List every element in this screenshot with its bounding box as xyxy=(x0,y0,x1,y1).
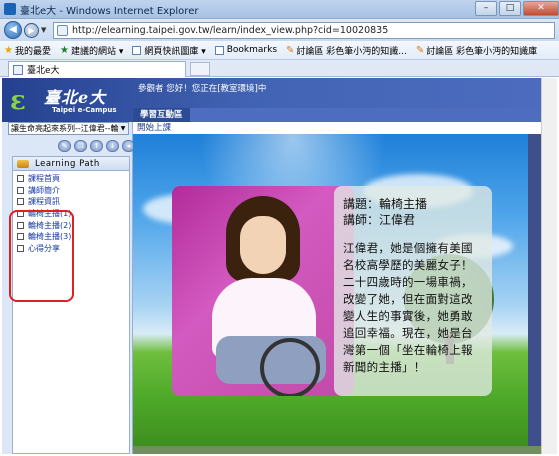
learning-path-header: Learning Path xyxy=(13,157,129,171)
window-title: 臺北e大 - Windows Internet Explorer xyxy=(20,5,199,17)
course-lecturer: 講師：江偉君 xyxy=(343,213,416,227)
up-arrow-icon[interactable]: ↑ xyxy=(90,140,103,152)
course-intro-box: 講題：輪椅主播 講師：江偉君 江偉君，她是個擁有美國名校高學歷的美麗女子！二十四… xyxy=(334,186,492,396)
web-page: ε 臺北e大 Taipei e-Campus 參觀者 您好！您正在[教室環境]中… xyxy=(2,78,557,454)
page-icon xyxy=(214,45,224,55)
nav-item-course-info[interactable]: 課程資訊 xyxy=(17,196,129,208)
down-arrow-icon[interactable]: ↓ xyxy=(106,140,119,152)
book-icon xyxy=(17,159,29,168)
action-bar: 開始上課 xyxy=(133,122,557,134)
checkbox-icon xyxy=(17,175,24,183)
forward-button[interactable]: ▶ xyxy=(24,22,39,38)
close-button[interactable]: ✕ xyxy=(523,0,559,16)
favorites-bar: ★ 我的最愛 ★ 建議的網站 ▾ 網頁快訊圖庫 ▾ Bookmarks ✎ 討論… xyxy=(0,41,559,60)
forum-link-2[interactable]: ✎ 討論區 彩色筆小沔的知識庫 xyxy=(416,44,537,57)
sub-navigation: 學習互動區 xyxy=(133,108,557,122)
checkbox-icon xyxy=(17,186,24,194)
browser-tab[interactable]: 臺北e大 xyxy=(8,61,186,77)
nav-item-lecturer-intro[interactable]: 講師簡介 xyxy=(17,185,129,197)
content-bottom-bar xyxy=(133,446,541,454)
course-content-frame: 講題：輪椅主播 講師：江偉君 江偉君，她是個擁有美國名校高學歷的美麗女子！二十四… xyxy=(133,134,528,446)
pen-icon: ✎ xyxy=(286,44,295,56)
left-sidebar: 讓生命亮起來系列--江偉君--輪 ▼ ✎ ❐ ↑ ↓ ◂ Learning Pa… xyxy=(2,122,135,454)
tab-learning-interaction[interactable]: 學習互動區 xyxy=(133,108,190,122)
bookmarks-link[interactable]: Bookmarks xyxy=(214,45,277,55)
web-slice-icon xyxy=(132,45,142,55)
favorites-button[interactable]: ★ 我的最愛 xyxy=(4,44,51,57)
suggested-sites-icon: ★ xyxy=(59,44,69,56)
ie-app-icon xyxy=(4,3,16,15)
nav-item-course-home[interactable]: 課程首頁 xyxy=(17,173,129,185)
history-dropdown-icon[interactable]: ▼ xyxy=(41,26,49,34)
star-icon: ★ xyxy=(4,44,13,56)
checkbox-icon xyxy=(17,198,24,206)
suggested-sites-button[interactable]: ★ 建議的網站 ▾ xyxy=(60,44,123,57)
window-titlebar: 臺北e大 - Windows Internet Explorer – □ ✕ xyxy=(0,0,559,19)
forum-link-1[interactable]: ✎ 討論區 彩色筆小沔的知識... xyxy=(286,44,407,57)
vertical-scrollbar[interactable] xyxy=(541,78,557,454)
maximize-button[interactable]: □ xyxy=(499,0,521,16)
tab-strip: 臺北e大 xyxy=(0,60,559,77)
web-slice-button[interactable]: 網頁快訊圖庫 ▾ xyxy=(132,44,206,57)
learning-path-panel: Learning Path 課程首頁 講師簡介 課程資訊 輪椅主播(1) 輪椅主… xyxy=(12,156,130,454)
annotation-highlight xyxy=(9,210,74,302)
back-button[interactable]: ◀ xyxy=(4,21,22,39)
welcome-message: 參觀者 您好！您正在[教室環境]中 xyxy=(138,84,267,94)
chevron-down-icon: ▼ xyxy=(118,123,128,134)
course-select[interactable]: 讓生命亮起來系列--江偉君--輪 ▼ xyxy=(8,122,129,135)
minimize-button[interactable]: – xyxy=(475,0,497,16)
site-logo[interactable]: ε 臺北e大 Taipei e-Campus xyxy=(10,82,128,118)
address-row: ◀ ▶ ▼ http://elearning.taipei.gov.tw/lea… xyxy=(0,19,559,41)
address-bar[interactable]: http://elearning.taipei.gov.tw/learn/ind… xyxy=(53,21,555,39)
lecturer-photo xyxy=(172,186,354,396)
address-url: http://elearning.taipei.gov.tw/learn/ind… xyxy=(72,24,389,36)
wheelchair-wheel xyxy=(260,338,320,396)
page-icon xyxy=(13,64,23,75)
page-icon xyxy=(57,24,68,36)
logo-swoosh-icon: ε xyxy=(10,86,26,116)
new-tab-button[interactable] xyxy=(190,62,210,76)
pen-icon: ✎ xyxy=(415,44,425,56)
course-topic: 講題：輪椅主播 xyxy=(343,197,428,211)
edit-icon[interactable]: ✎ xyxy=(58,140,71,152)
course-description: 江偉君，她是個擁有美國名校高學歷的美麗女子！二十四歲時的一場車禍，改變了她，但在… xyxy=(343,241,473,374)
copy-icon[interactable]: ❐ xyxy=(74,140,87,152)
sidebar-toolbar: ✎ ❐ ↑ ↓ ◂ xyxy=(58,140,138,152)
start-class-link[interactable]: 開始上課 xyxy=(137,123,171,133)
